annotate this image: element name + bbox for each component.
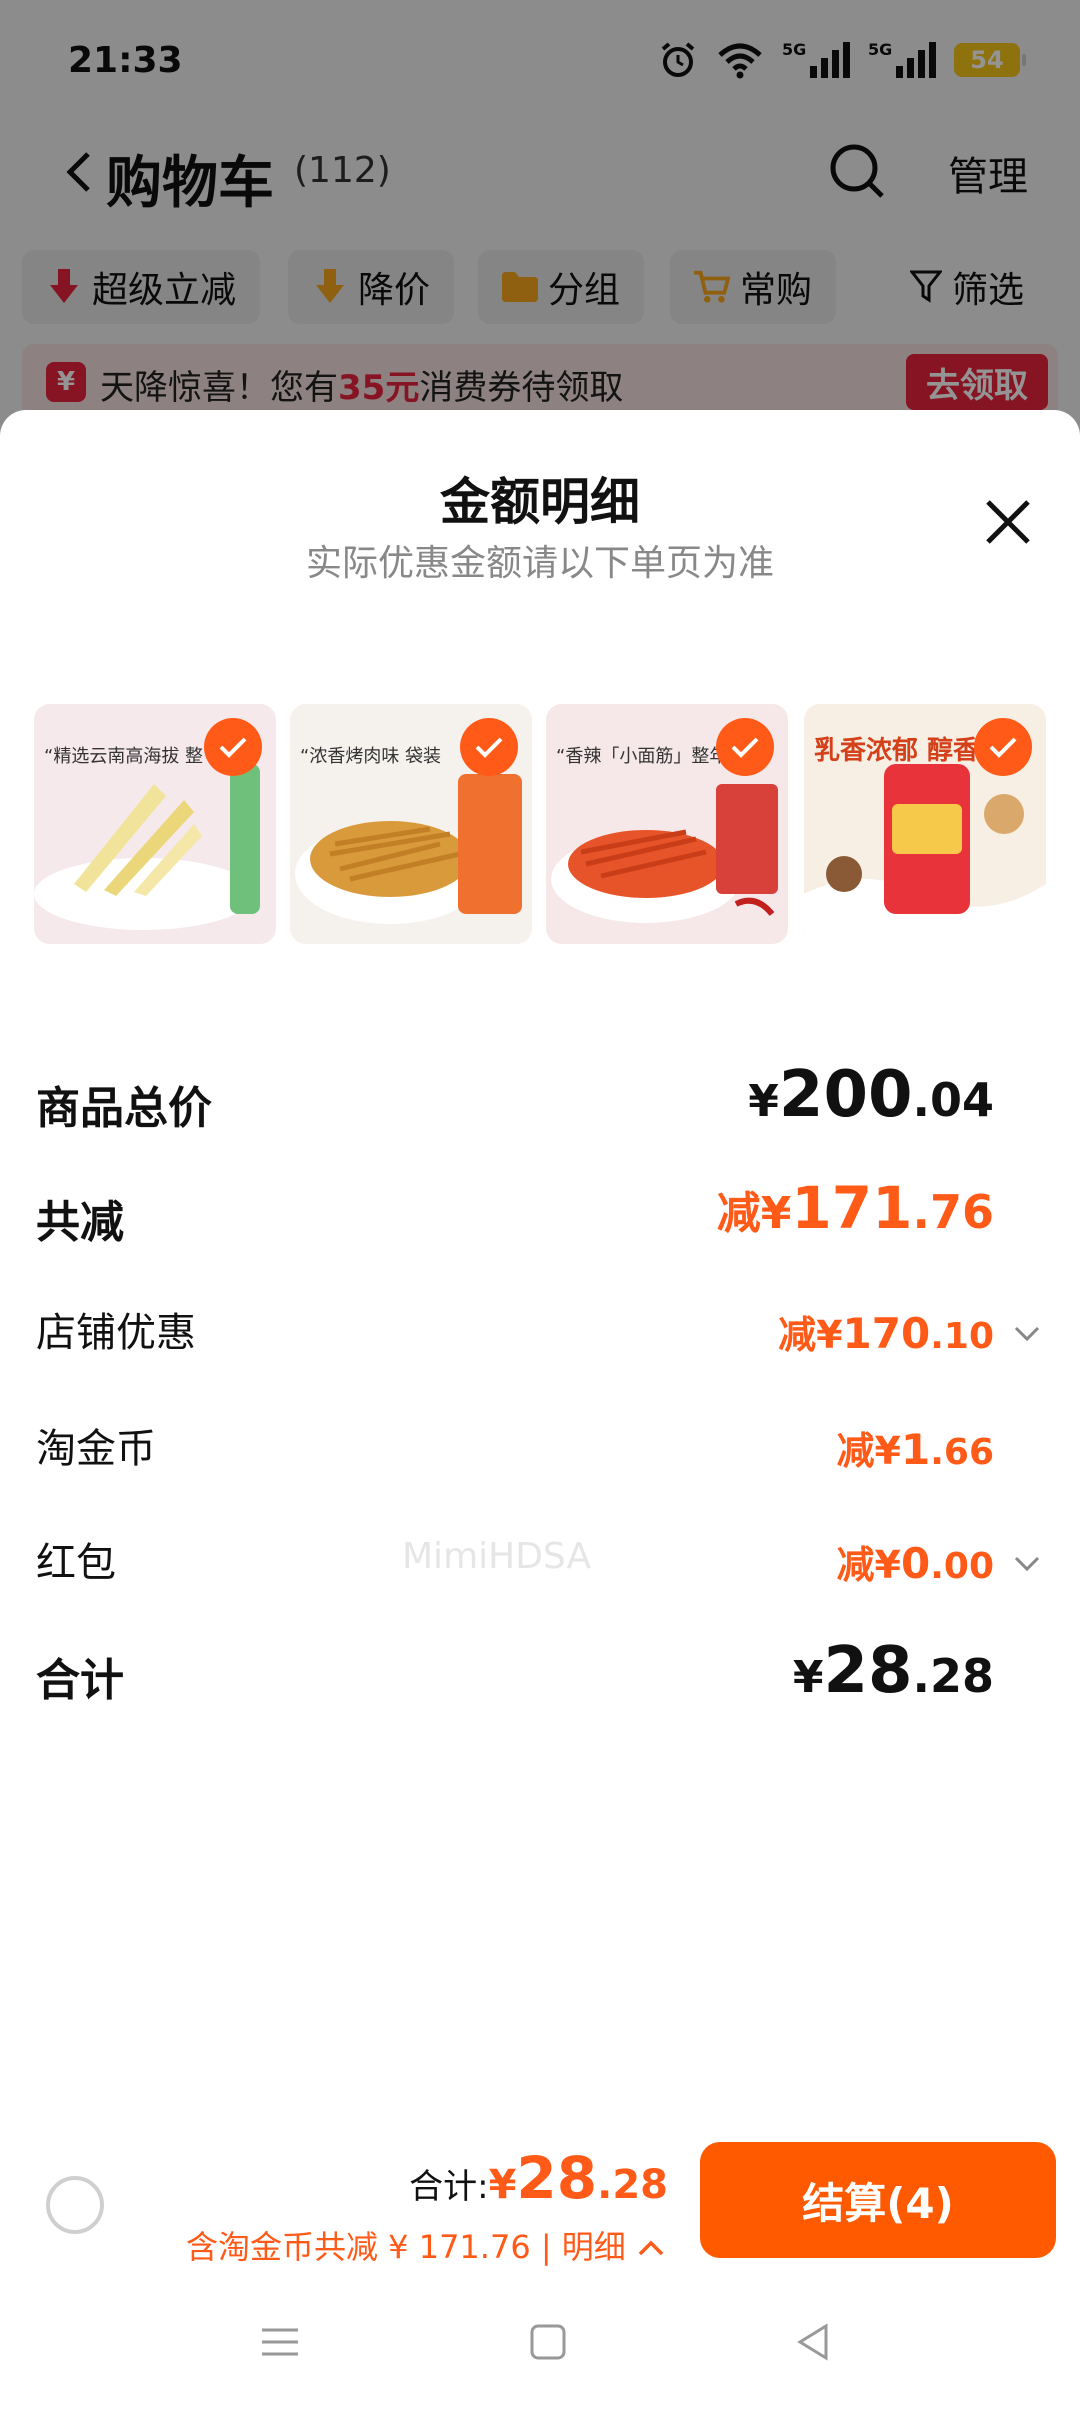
product-thumbnails: “精选云南高海拔 整 “浓香烤肉味 袋装 “香辣「小面筋」整年 乳香浓郁 醇香	[34, 704, 1046, 944]
amount-detail-sheet: 金额明细 实际优惠金额请以下单页为准 “精选云南高海拔 整 “浓香烤肉味 袋装 …	[0, 410, 1080, 2412]
back-triangle-icon[interactable]	[792, 2320, 836, 2364]
watermark: MimiHDSA	[402, 1536, 592, 1577]
menu-icon[interactable]	[258, 2320, 302, 2364]
sheet-subtitle: 实际优惠金额请以下单页为准	[305, 543, 774, 584]
home-icon[interactable]	[526, 2320, 570, 2364]
discount-detail-toggle[interactable]: 含淘金币共减 ¥ 171.76 | 明细	[186, 2222, 666, 2268]
coins-value: 减¥1.66	[836, 1425, 994, 1474]
product-thumbnail[interactable]: “香辣「小面筋」整年	[546, 704, 788, 944]
red-packet-value: 减¥0.00	[836, 1539, 994, 1588]
checkout-button[interactable]: 结算(4)	[700, 2142, 1056, 2258]
checkmark-icon[interactable]	[204, 718, 262, 776]
product-thumbnail[interactable]: “精选云南高海拔 整	[34, 704, 276, 944]
chevron-down-icon[interactable]	[1012, 1548, 1042, 1578]
total-value: ¥28.28	[792, 1634, 994, 1708]
chevron-up-icon	[638, 2240, 664, 2256]
checkout-total: 合计:¥28.28	[409, 2144, 668, 2212]
checkmark-icon[interactable]	[716, 718, 774, 776]
select-all-checkbox[interactable]	[46, 2176, 104, 2234]
checkout-bar: 合计:¥28.28 含淘金币共减 ¥ 171.76 | 明细 结算(4)	[0, 2120, 1080, 2270]
sheet-title: 金额明细	[440, 473, 640, 531]
close-icon[interactable]	[980, 494, 1036, 550]
total-discount-value: 减¥171.76	[716, 1174, 994, 1242]
shop-discount-value: 减¥170.10	[778, 1309, 994, 1358]
subtotal-value: ¥200.04	[748, 1058, 994, 1132]
checkmark-icon[interactable]	[974, 718, 1032, 776]
chevron-down-icon[interactable]	[1012, 1318, 1042, 1348]
product-thumbnail[interactable]: 乳香浓郁 醇香	[804, 704, 1046, 944]
product-thumbnail[interactable]: “浓香烤肉味 袋装	[290, 704, 532, 944]
system-navigation-bar	[0, 2290, 1080, 2412]
checkmark-icon[interactable]	[460, 718, 518, 776]
